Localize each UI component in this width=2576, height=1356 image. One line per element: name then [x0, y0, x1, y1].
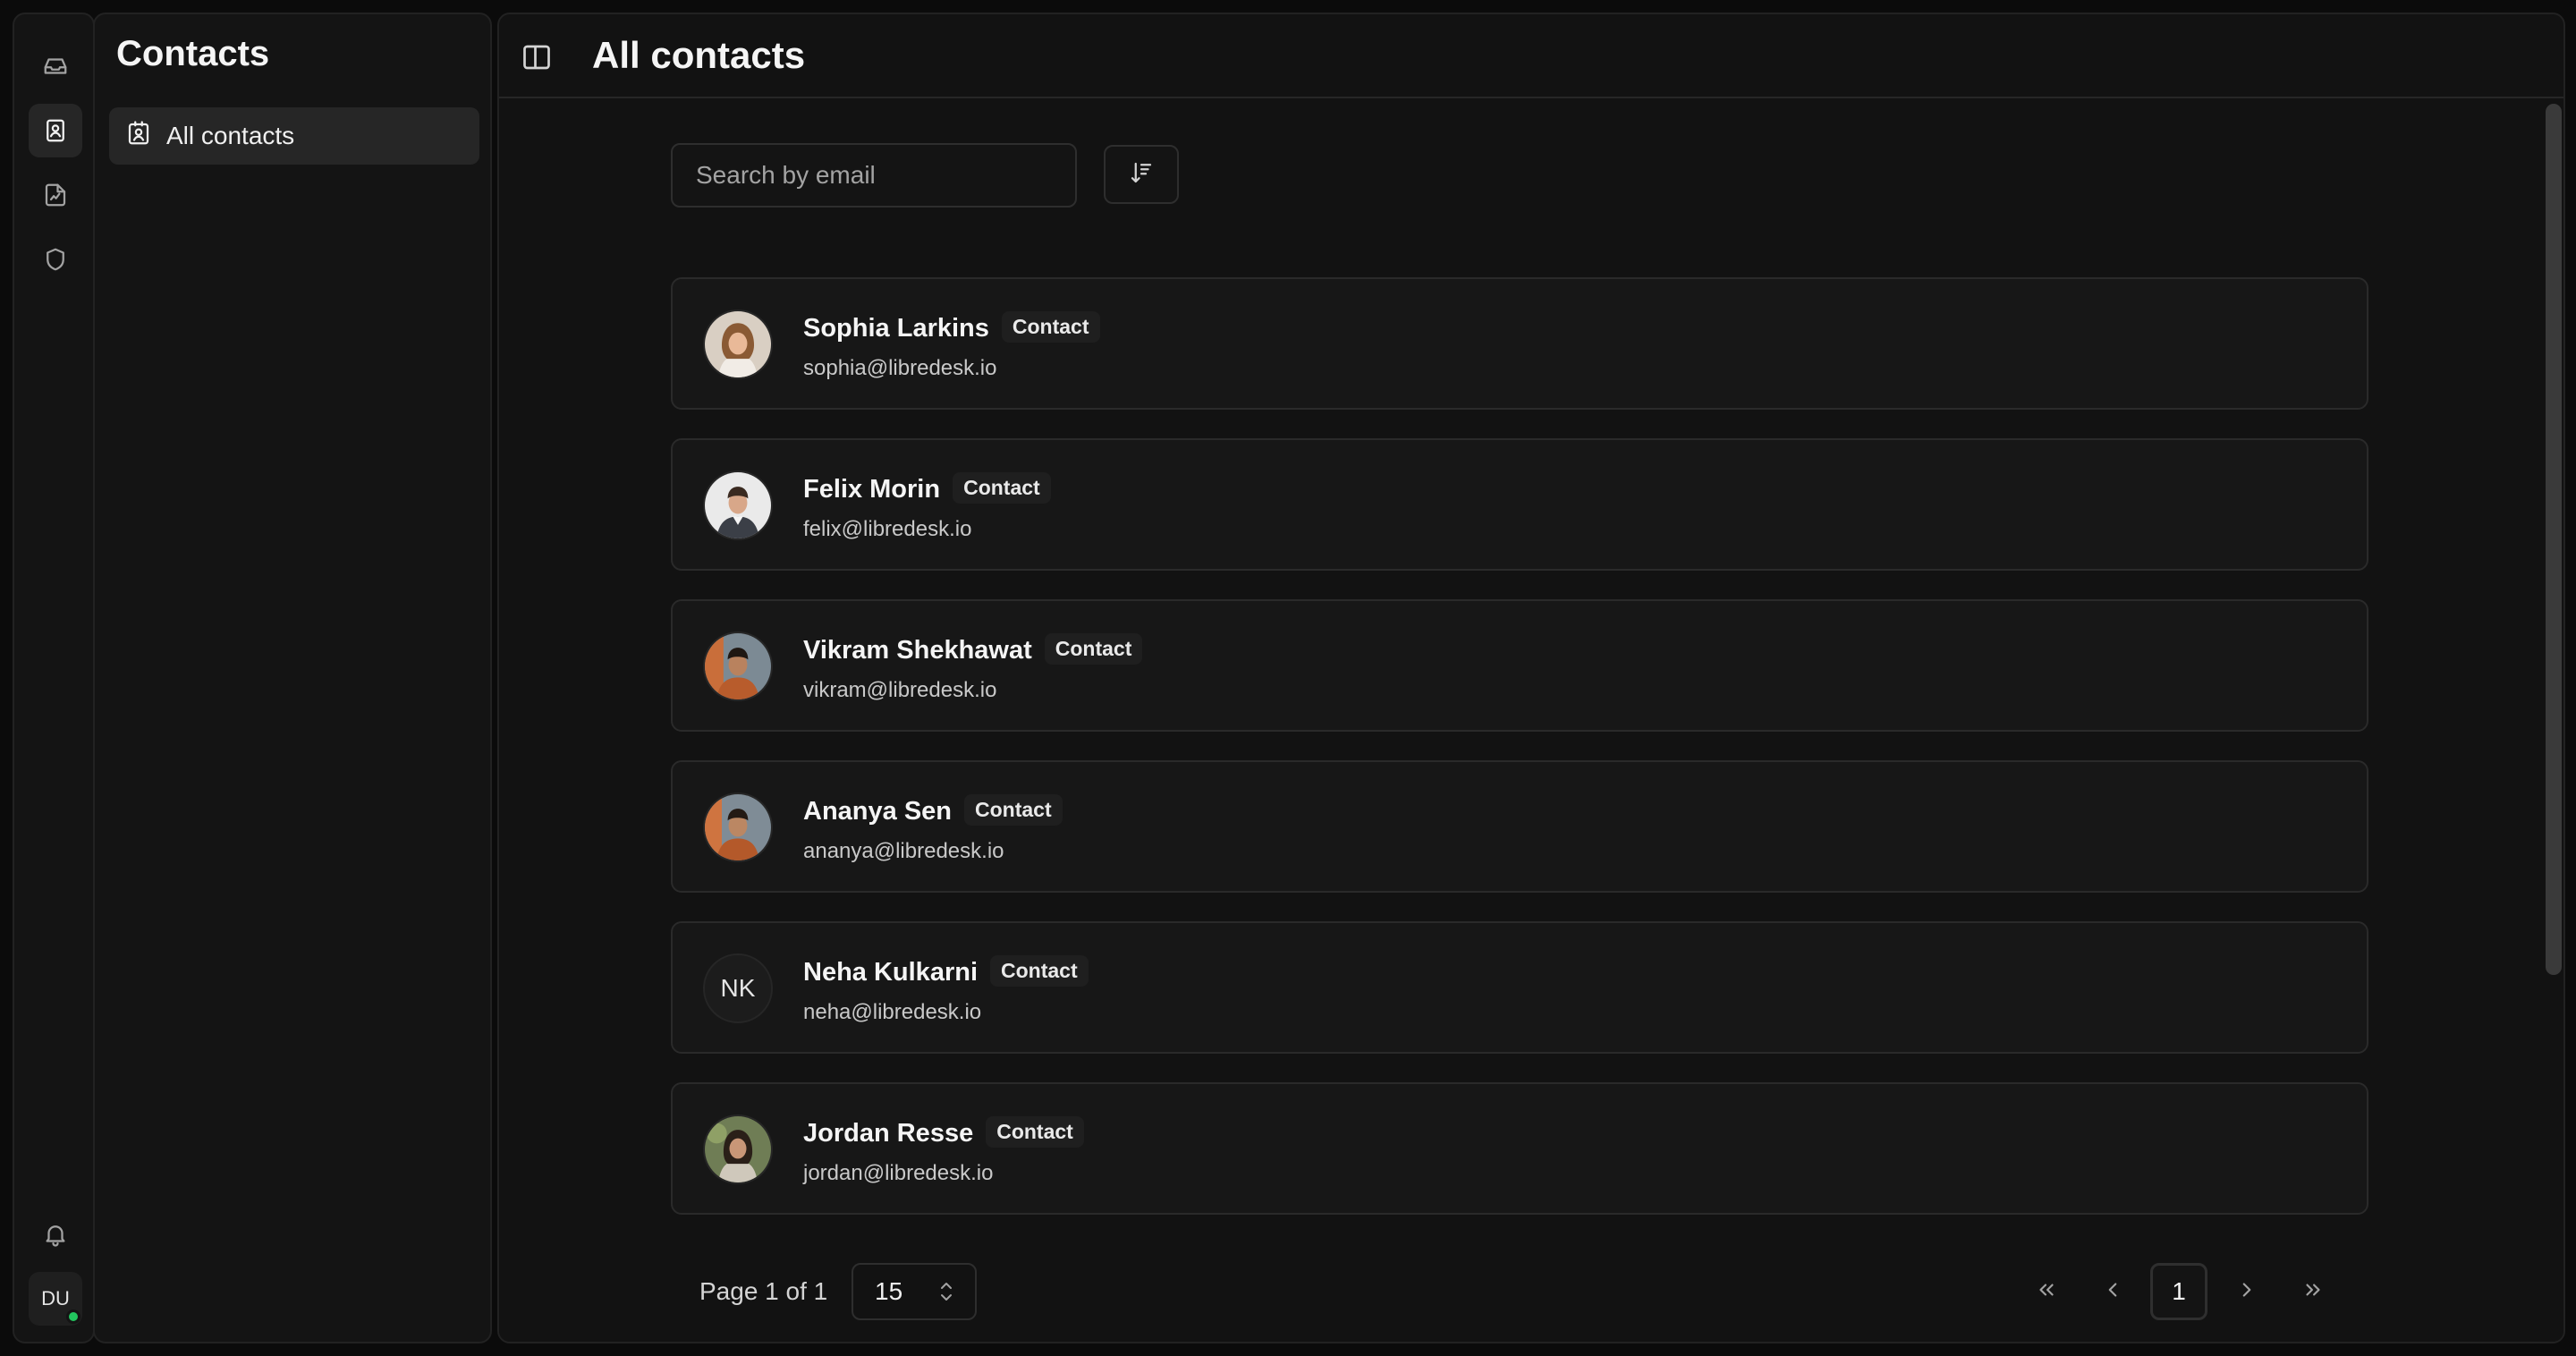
last-page-button[interactable] — [2284, 1263, 2342, 1320]
per-page-select[interactable]: 15 — [852, 1263, 977, 1320]
page-title: All contacts — [592, 34, 806, 76]
sidebar-toggle-icon[interactable] — [521, 41, 553, 73]
scrollbar-thumb[interactable] — [2546, 104, 2562, 975]
contact-email: jordan@libredesk.io — [803, 1161, 994, 1185]
pagination-bar: Page 1 of 1 15 1 — [499, 1243, 2538, 1342]
app-root: DU Contacts All contacts All contacts Se… — [0, 0, 2576, 1356]
contact-email: sophia@libredesk.io — [803, 356, 997, 380]
contact-card[interactable]: Felix Morin Contact felix@libredesk.io — [671, 438, 2368, 571]
per-page-value: 15 — [875, 1277, 903, 1305]
sort-icon — [1128, 159, 1155, 191]
contact-name: Felix Morin — [803, 475, 941, 504]
contact-type-badge: Contact — [990, 955, 1089, 987]
contact-name: Sophia Larkins — [803, 314, 989, 343]
contact-avatar — [703, 631, 773, 701]
next-page-button[interactable] — [2218, 1263, 2275, 1320]
contact-type-badge: Contact — [986, 1116, 1084, 1148]
contact-avatar — [703, 309, 773, 379]
contact-card[interactable]: Vikram Shekhawat Contact vikram@libredesk… — [671, 599, 2368, 732]
contact-name: Neha Kulkarni — [803, 958, 978, 987]
page-info: Page 1 of 1 — [699, 1277, 828, 1305]
user-initials: DU — [41, 1287, 70, 1309]
contacts-sidebar: Contacts All contacts — [93, 13, 492, 1343]
sidebar-item-all-contacts[interactable]: All contacts — [109, 107, 479, 165]
contact-card-icon — [125, 120, 152, 153]
contact-name: Jordan Resse — [803, 1119, 974, 1148]
sidebar-title: Contacts — [116, 34, 270, 73]
chevron-right-icon — [2235, 1278, 2258, 1306]
contact-avatar — [703, 792, 773, 862]
chevrons-up-down-icon — [937, 1279, 955, 1304]
chevron-left-icon — [2101, 1278, 2124, 1306]
contact-name: Vikram Shekhawat — [803, 636, 1032, 665]
contact-email: felix@libredesk.io — [803, 517, 972, 541]
contact-type-badge: Contact — [1044, 633, 1143, 665]
contact-type-badge: Contact — [953, 472, 1051, 504]
reports-icon[interactable] — [29, 168, 82, 222]
chevrons-right-icon — [2301, 1278, 2325, 1306]
search-input[interactable] — [671, 143, 1077, 208]
chevrons-left-icon — [2035, 1278, 2058, 1306]
contact-type-badge: Contact — [964, 794, 1063, 826]
contact-email: ananya@libredesk.io — [803, 839, 1004, 863]
contacts-content: Sophia Larkins Contact sophia@libredesk.i… — [499, 100, 2538, 1243]
contact-card[interactable]: Jordan Resse Contact jordan@libredesk.io — [671, 1082, 2368, 1215]
contact-card[interactable]: Sophia Larkins Contact sophia@libredesk.i… — [671, 277, 2368, 410]
contact-name: Ananya Sen — [803, 797, 952, 826]
contact-avatar: NK — [703, 953, 773, 1023]
sidebar-item-label: All contacts — [166, 122, 295, 149]
previous-page-button[interactable] — [2084, 1263, 2141, 1320]
contacts-icon[interactable] — [29, 104, 82, 157]
contact-avatar — [703, 1114, 773, 1184]
online-status-icon — [66, 1309, 80, 1324]
contact-card[interactable]: Ananya Sen Contact ananya@libredesk.io — [671, 760, 2368, 893]
contact-type-badge: Contact — [1001, 311, 1100, 343]
page-header: All contacts — [499, 14, 2563, 98]
contact-email: vikram@libredesk.io — [803, 678, 997, 702]
sort-button[interactable] — [1104, 145, 1179, 204]
user-avatar[interactable]: DU — [29, 1272, 82, 1326]
bell-icon[interactable] — [29, 1208, 82, 1261]
first-page-button[interactable] — [2018, 1263, 2075, 1320]
inbox-icon[interactable] — [29, 39, 82, 93]
main-panel: All contacts Sophia Larkins Contact sophi… — [497, 13, 2565, 1343]
contact-card[interactable]: NK Neha Kulkarni Contact neha@libredesk.i… — [671, 921, 2368, 1054]
shield-icon[interactable] — [29, 233, 82, 286]
current-page-button[interactable]: 1 — [2150, 1263, 2207, 1320]
icon-rail: DU — [13, 13, 95, 1343]
contact-email: neha@libredesk.io — [803, 1000, 982, 1024]
contact-avatar — [703, 470, 773, 540]
